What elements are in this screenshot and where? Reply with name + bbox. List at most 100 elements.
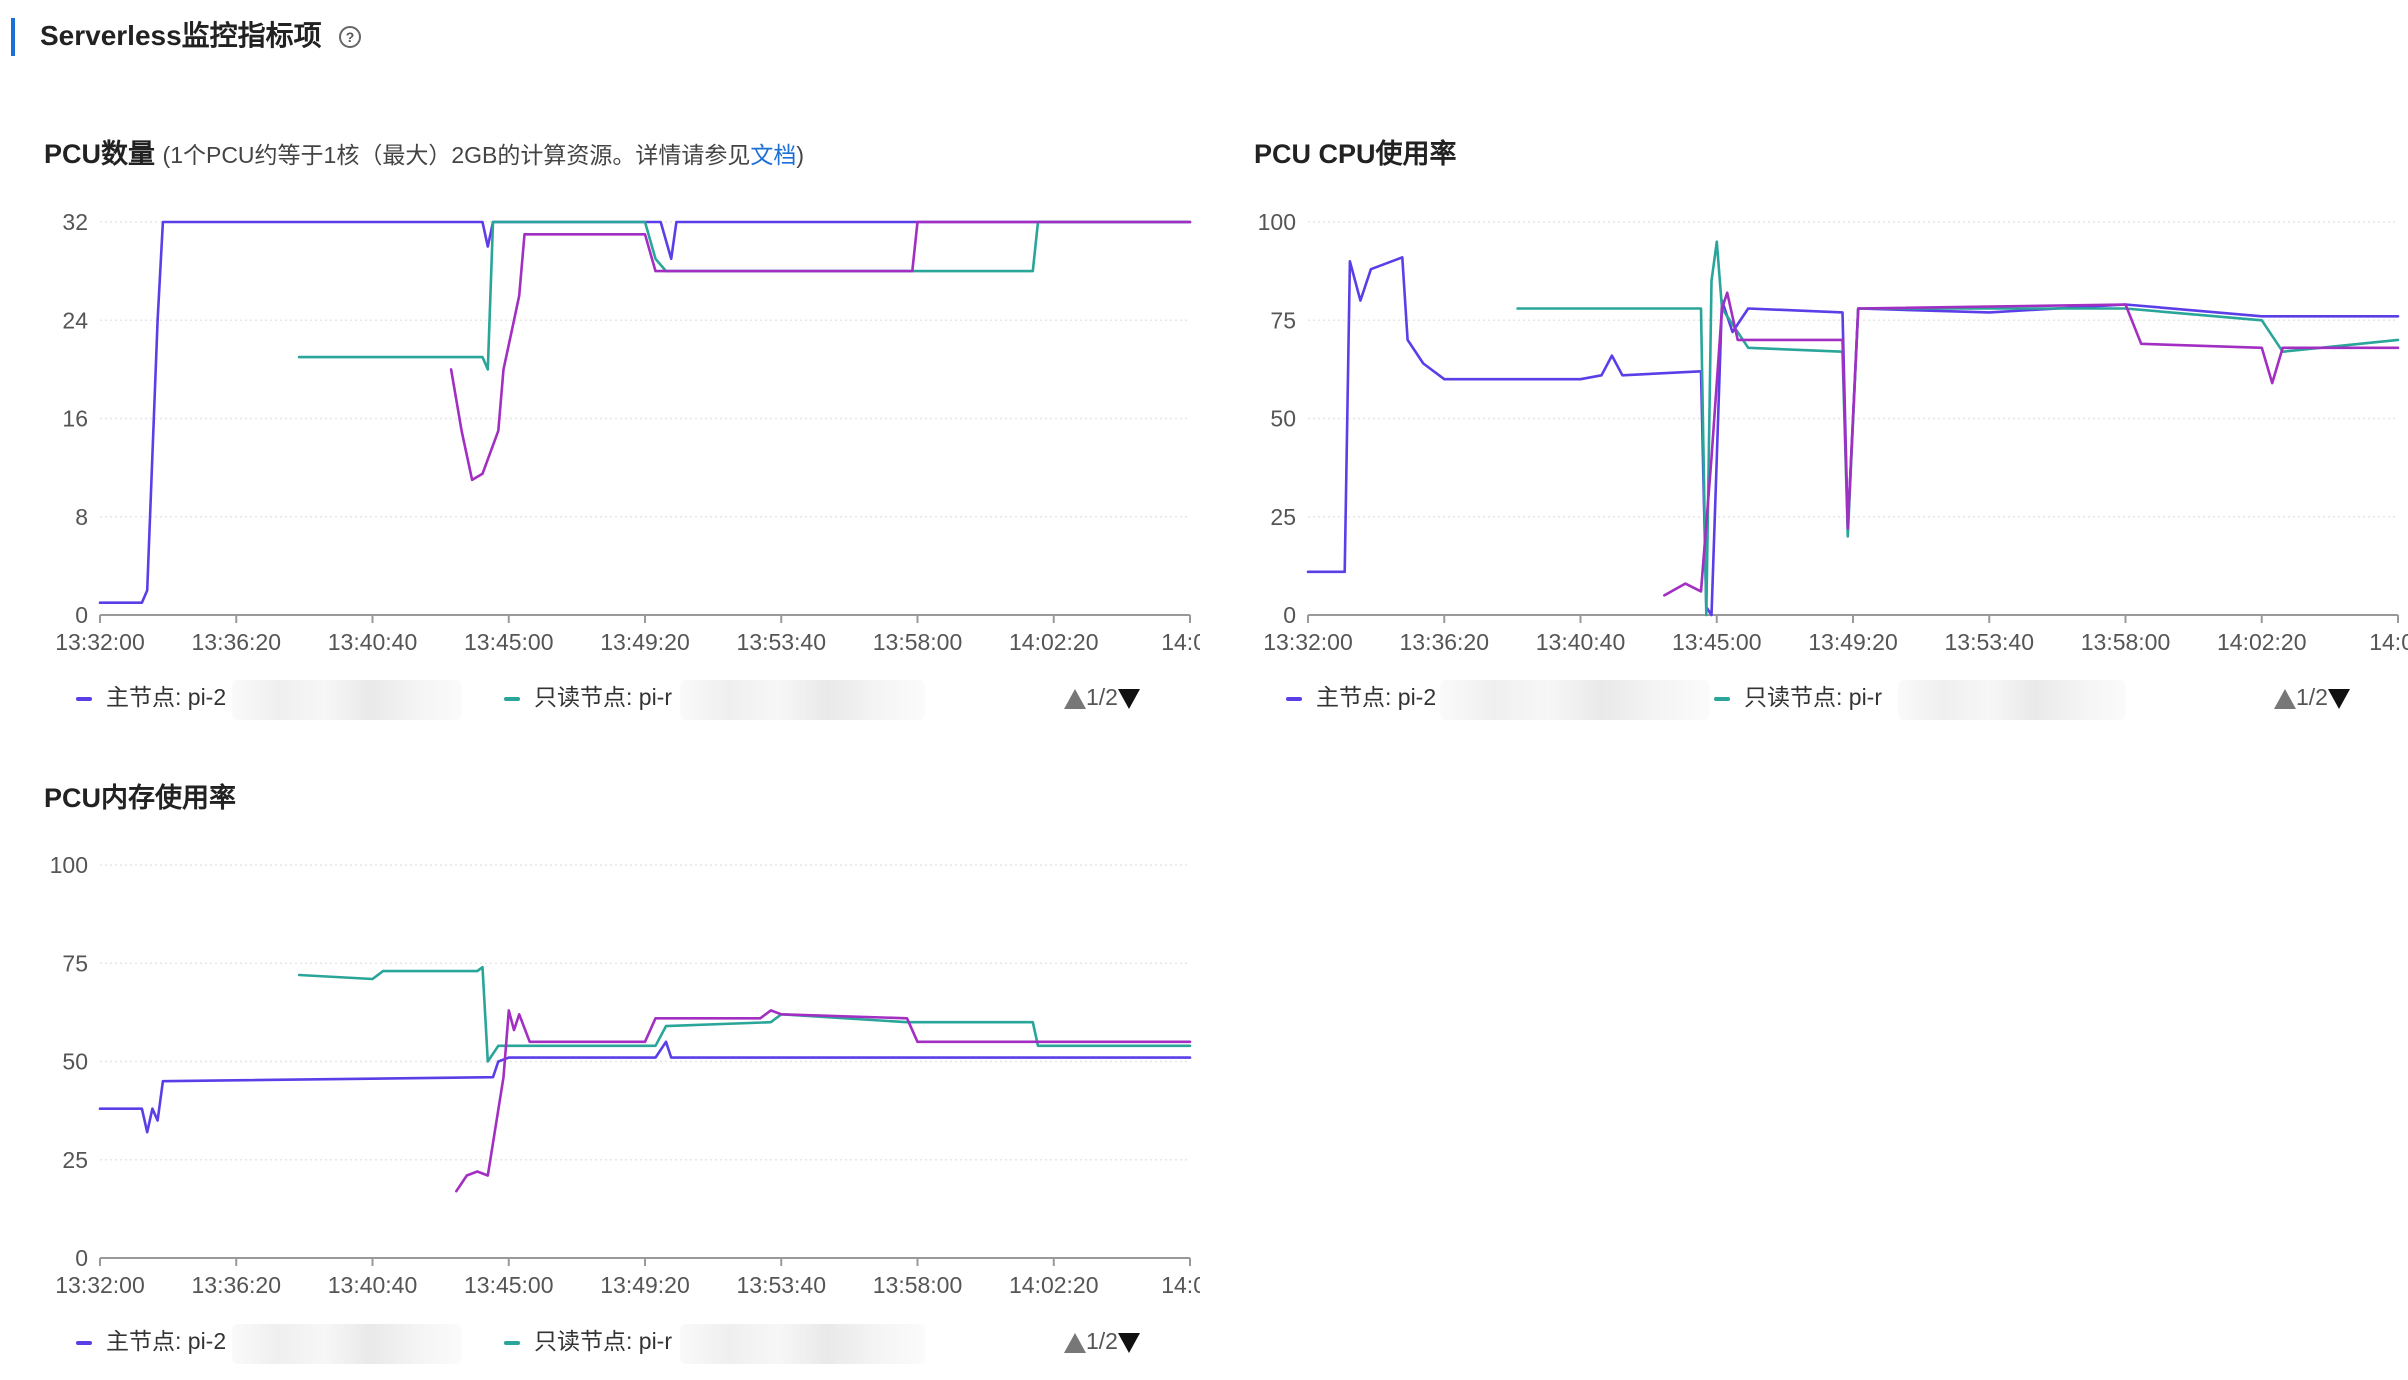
legend-primary[interactable]: 主节点: pi-2 (76, 1326, 226, 1356)
legend-readonly-label: 只读节点: pi-r (534, 1328, 672, 1354)
pager-down-icon[interactable] (1117, 1332, 1140, 1353)
legend-pager: 1/2 (1064, 682, 1140, 712)
section-accent-bar (11, 18, 15, 56)
y-tick-label: 100 (1258, 209, 1296, 235)
x-tick-label: 13:32:00 (55, 629, 145, 655)
x-tick-label: 13:58:00 (873, 1272, 963, 1298)
legend-swatch-primary (76, 696, 92, 701)
section-header: Serverless监控指标项 ? (0, 0, 2408, 74)
x-tick-label: 13:40:40 (1536, 629, 1626, 655)
x-tick-label: 13:32:00 (55, 1272, 145, 1298)
x-tick-label: 13:32:00 (1263, 629, 1353, 655)
legend-swatch-primary (1286, 696, 1302, 701)
x-tick-label: 13:49:20 (600, 629, 690, 655)
legend-primary[interactable]: 主节点: pi-2 (1286, 682, 1436, 712)
chart-pcu-memory[interactable]: 0 25 50 75 100 13:32:00 13:36:20 13:40:40 13:45:… (20, 843, 1200, 1313)
question-circle-icon[interactable]: ? (339, 26, 361, 48)
x-tick-label: 14:02:20 (2217, 629, 2307, 655)
y-tick-label: 100 (50, 852, 88, 878)
legend-swatch-readonly (504, 696, 520, 701)
redacted-node-id (1898, 680, 2126, 720)
legend-primary-label: 主节点: pi-2 (1316, 684, 1437, 710)
y-tick-label: 50 (1270, 406, 1296, 432)
legend-pager: 1/2 (1064, 1326, 1140, 1356)
series-line-2 (454, 1009, 1192, 1193)
series-line-1 (297, 220, 1192, 371)
legend-swatch-readonly (1714, 696, 1730, 701)
x-tick-label: 13:40:40 (328, 1272, 418, 1298)
legend-primary-label: 主节点: pi-2 (106, 1328, 227, 1354)
redacted-node-id (680, 1324, 925, 1364)
pager-up-icon[interactable] (1064, 1332, 1086, 1353)
legend-primary-label: 主节点: pi-2 (106, 684, 227, 710)
legend-readonly[interactable]: 只读节点: pi-r (1714, 682, 1882, 712)
x-tick-label: 13:49:20 (600, 1272, 690, 1298)
y-tick-label: 25 (1270, 504, 1296, 530)
x-tick-label: 14:02:20 (1009, 629, 1099, 655)
x-tick-label: 14:06 (1161, 629, 1200, 655)
pager-text: 1/2 (2296, 684, 2328, 710)
pager-down-icon[interactable] (2327, 688, 2350, 709)
x-tick-label: 13:53:40 (736, 1272, 826, 1298)
chart-title-pcu-cpu: PCU CPU使用率 (1254, 139, 1457, 169)
series-line-2 (1662, 291, 2400, 597)
y-tick-label: 0 (75, 602, 88, 628)
pager-text: 1/2 (1086, 684, 1118, 710)
y-tick-label: 16 (62, 406, 88, 432)
chart-subtitle-suffix: ) (796, 142, 805, 168)
x-tick-label: 13:40:40 (328, 629, 418, 655)
x-tick-label: 14:02:20 (1009, 1272, 1099, 1298)
doc-link[interactable]: 文档 (750, 142, 796, 168)
x-tick-label: 14:06 (1161, 1272, 1200, 1298)
x-tick-label: 13:53:40 (1944, 629, 2034, 655)
chart-title-text: PCU数量 (44, 139, 156, 169)
section-title: Serverless监控指标项 (40, 20, 322, 51)
redacted-node-id (1440, 680, 1710, 720)
redacted-node-id (232, 1324, 462, 1364)
x-tick-label: 13:45:00 (1672, 629, 1762, 655)
y-tick-label: 0 (75, 1245, 88, 1271)
chart-subtitle-prefix: (1个PCU约等于1核（最大）2GB的计算资源。详情请参见 (162, 142, 751, 168)
x-tick-label: 13:58:00 (873, 629, 963, 655)
x-tick-label: 13:58:00 (2081, 629, 2171, 655)
chart-subtitle: (1个PCU约等于1核（最大）2GB的计算资源。详情请参见文档) (163, 142, 805, 168)
x-tick-label: 13:36:20 (191, 629, 281, 655)
legend-swatch-primary (76, 1340, 92, 1345)
pager-up-icon[interactable] (1064, 688, 1086, 709)
series-line-2 (449, 220, 1192, 482)
y-tick-label: 8 (75, 504, 88, 530)
x-tick-label: 14:06 (2369, 629, 2408, 655)
legend-swatch-readonly (504, 1340, 520, 1345)
legend-readonly-label: 只读节点: pi-r (534, 684, 672, 710)
x-tick-label: 13:45:00 (464, 629, 554, 655)
pager-text: 1/2 (1086, 1328, 1118, 1354)
chart-title-pcu-memory: PCU内存使用率 (44, 783, 237, 813)
x-tick-label: 13:36:20 (191, 1272, 281, 1298)
chart-pcu-cpu[interactable]: 0 25 50 75 100 13:32:00 13:36:20 13:40:40 13:45:… (1238, 200, 2408, 670)
y-tick-label: 0 (1283, 602, 1296, 628)
pager-up-icon[interactable] (2274, 688, 2296, 709)
legend-readonly[interactable]: 只读节点: pi-r (504, 1326, 672, 1356)
redacted-node-id (232, 680, 462, 720)
legend-readonly[interactable]: 只读节点: pi-r (504, 682, 672, 712)
chart-title-pcu-count: PCU数量 (1个PCU约等于1核（最大）2GB的计算资源。详情请参见文档) (44, 136, 804, 173)
pager-down-icon[interactable] (1117, 688, 1140, 709)
chart-pcu-count[interactable]: 0 8 16 24 32 13:32:00 13:36:20 13:40:40 13:45:00… (20, 200, 1200, 670)
y-tick-label: 24 (62, 307, 88, 333)
series-line-1 (1516, 240, 2400, 617)
x-tick-label: 13:49:20 (1808, 629, 1898, 655)
series-line-0 (98, 220, 1192, 605)
y-tick-label: 75 (1270, 307, 1296, 333)
legend-readonly-label: 只读节点: pi-r (1744, 684, 1882, 710)
series-line-1 (297, 965, 1192, 1063)
x-tick-label: 13:36:20 (1399, 629, 1489, 655)
y-tick-label: 32 (62, 209, 88, 235)
y-tick-label: 50 (62, 1049, 88, 1075)
y-tick-label: 25 (62, 1147, 88, 1173)
legend-primary[interactable]: 主节点: pi-2 (76, 682, 226, 712)
legend-pager: 1/2 (2274, 682, 2350, 712)
series-line-0 (98, 1040, 1192, 1134)
redacted-node-id (680, 680, 925, 720)
y-tick-label: 75 (62, 950, 88, 976)
x-tick-label: 13:45:00 (464, 1272, 554, 1298)
